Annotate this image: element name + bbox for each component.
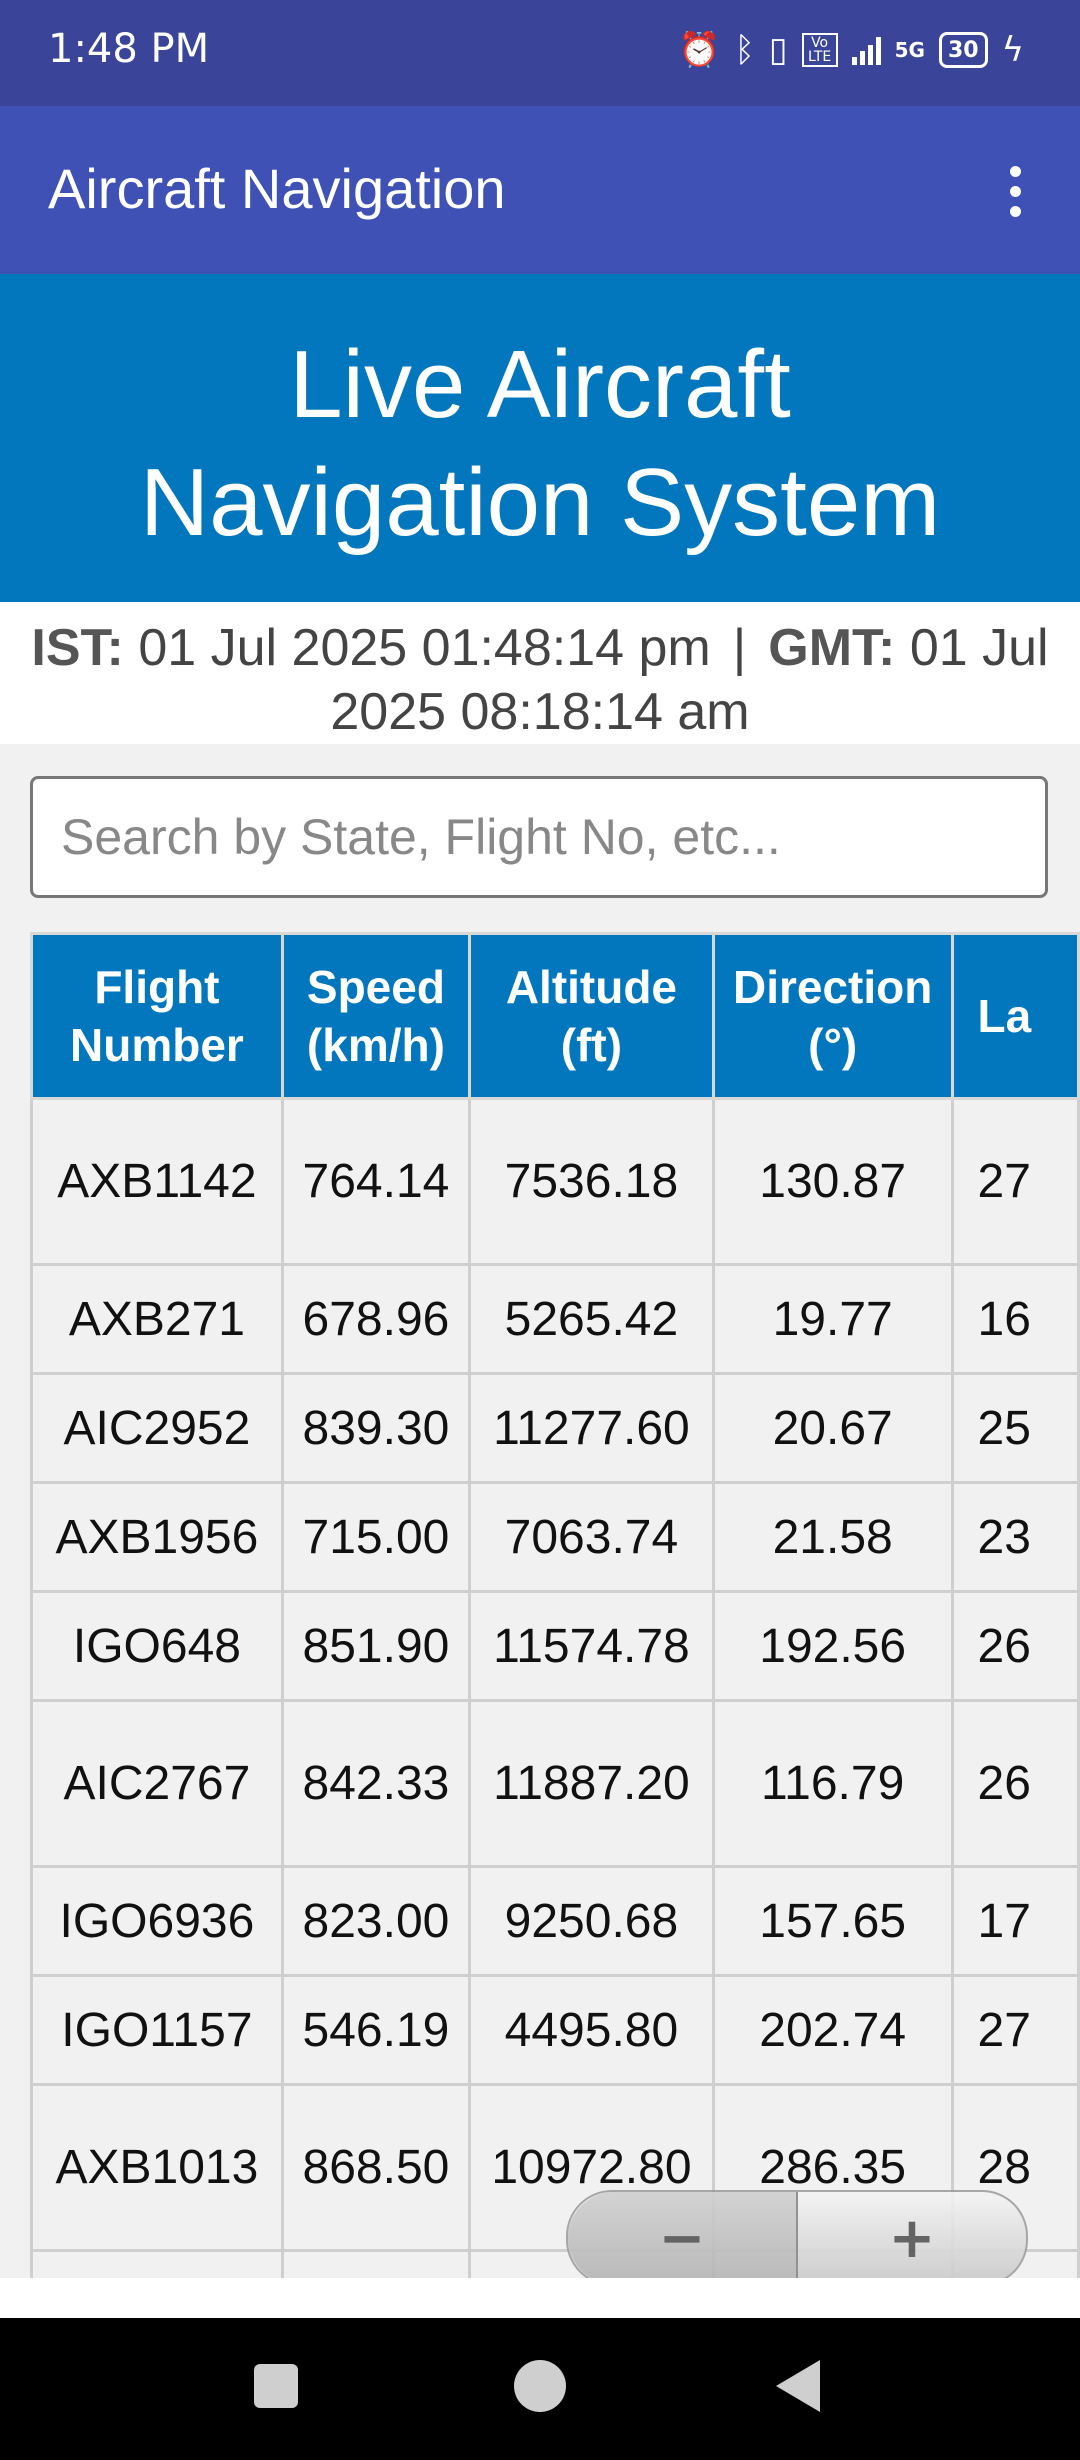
cell-direction: 20.67 — [711, 1372, 954, 1484]
header-altitude: Altitude (ft) — [468, 932, 715, 1100]
cell-speed: 842.33 — [280, 1699, 472, 1868]
cell-latitude: 16 — [950, 1263, 1080, 1375]
cell-speed: 678.96 — [280, 1263, 472, 1375]
table-row: IGO1157 546.19 4495.80 202.74 27 — [30, 1974, 1080, 2086]
signal-icon — [851, 35, 881, 65]
cell-flight-number: AXB1956 — [30, 1481, 284, 1593]
cell-latitude: 23 — [950, 1481, 1080, 1593]
cell-speed: 546.19 — [280, 1974, 472, 2086]
ist-label: IST: — [31, 619, 124, 677]
table-row: AIC2952 839.30 11277.60 20.67 25 — [30, 1372, 1080, 1484]
table-row: IGO6936 823.00 9250.68 157.65 17 — [30, 1865, 1080, 1977]
flights-table: Flight Number Speed (km/h) Altitude (ft)… — [30, 932, 1080, 2278]
system-nav-bar — [0, 2318, 1080, 2460]
gmt-label: GMT: — [768, 619, 896, 677]
cell-altitude: 7536.18 — [468, 1097, 715, 1266]
header-latitude: La — [950, 932, 1080, 1100]
zoom-out-icon: − — [658, 2205, 706, 2271]
search-box — [30, 776, 1048, 898]
status-time: 1:48 PM — [48, 26, 210, 72]
bluetooth-icon: ᛒ — [734, 30, 755, 70]
cell-altitude: 9250.68 — [468, 1865, 715, 1977]
cell-latitude: 27 — [950, 1974, 1080, 2086]
cell-flight-number: AIC2767 — [30, 1699, 284, 1868]
cell-speed: 839.30 — [280, 1372, 472, 1484]
cell-direction: 19.77 — [711, 1263, 954, 1375]
time-info: IST: 01 Jul 2025 01:48:14 pm | GMT: 01 Jul… — [0, 602, 1080, 744]
table-row: IGO648 851.90 11574.78 192.56 26 — [30, 1590, 1080, 1702]
table-row: AIC2767 842.33 11887.20 116.79 26 — [30, 1699, 1080, 1868]
status-bar: 1:48 PM ⏰ ᛒ ▯ Vo LTE 5G 30 ϟ — [0, 0, 1080, 106]
cell-altitude: 11277.60 — [468, 1372, 715, 1484]
battery-icon: 30 — [938, 32, 988, 68]
cell-speed: 868.50 — [280, 2083, 472, 2252]
cell-flight-number: IGO6936 — [30, 1865, 284, 1977]
cell-direction: 116.79 — [711, 1699, 954, 1868]
zoom-control: − + — [566, 2190, 1028, 2286]
cell-altitude: 5265.42 — [468, 1263, 715, 1375]
search-input[interactable] — [33, 779, 1045, 895]
network-type-icon: 5G — [894, 38, 925, 62]
recents-button[interactable] — [254, 2364, 298, 2408]
cell-altitude: 11887.20 — [468, 1699, 715, 1868]
cell-flight-number: AXB1142 — [30, 1097, 284, 1266]
cell-flight-number: AXB271 — [30, 1263, 284, 1375]
charging-icon: ϟ — [1001, 30, 1024, 70]
cell-flight-number: IGO1157 — [30, 1974, 284, 2086]
header-speed: Speed (km/h) — [280, 932, 472, 1100]
header-direction: Direction (°) — [711, 932, 954, 1100]
cell-latitude: 17 — [950, 1865, 1080, 1977]
time-separator: | — [732, 619, 747, 677]
table-header-row: Flight Number Speed (km/h) Altitude (ft)… — [30, 932, 1080, 1100]
cell-altitude: 7063.74 — [468, 1481, 715, 1593]
page-title: Live Aircraft Navigation System — [0, 326, 1080, 562]
cell-flight-number: AIC2952 — [30, 1372, 284, 1484]
cell-latitude: 27 — [950, 1097, 1080, 1266]
cell-direction: 157.65 — [711, 1865, 954, 1977]
home-button[interactable] — [514, 2360, 566, 2412]
status-icons: ⏰ ᛒ ▯ Vo LTE 5G 30 ϟ — [678, 30, 1024, 70]
cell-direction: 130.87 — [711, 1097, 954, 1266]
battery-level: 30 — [947, 37, 979, 63]
back-button[interactable] — [776, 2360, 820, 2412]
overflow-menu-icon[interactable] — [980, 156, 1050, 226]
cell-altitude: 4495.80 — [468, 1974, 715, 2086]
app-title: Aircraft Navigation — [48, 157, 506, 220]
table-row: AXB1956 715.00 7063.74 21.58 23 — [30, 1481, 1080, 1593]
cell-speed: 851.90 — [280, 1590, 472, 1702]
cell-altitude: 11574.78 — [468, 1590, 715, 1702]
cell-latitude: 25 — [950, 1372, 1080, 1484]
table-row: AXB1142 764.14 7536.18 130.87 27 — [30, 1097, 1080, 1266]
cell-latitude: 26 — [950, 1590, 1080, 1702]
cell-speed: 715.00 — [280, 1481, 472, 1593]
header-flight-number: Flight Number — [30, 932, 284, 1100]
zoom-out-button[interactable]: − — [568, 2192, 798, 2284]
main-content: Flight Number Speed (km/h) Altitude (ft)… — [0, 744, 1080, 2278]
vibrate-icon: ▯ — [768, 30, 788, 70]
page-header: Live Aircraft Navigation System — [0, 274, 1080, 602]
page-title-line2: Navigation System — [139, 449, 941, 556]
zoom-in-icon: + — [888, 2205, 936, 2271]
cell-latitude: 26 — [950, 1699, 1080, 1868]
alarm-icon: ⏰ — [678, 30, 721, 70]
ist-value: 01 Jul 2025 01:48:14 pm — [138, 619, 711, 677]
cell-flight-number: IGO648 — [30, 1590, 284, 1702]
app-bar: Aircraft Navigation — [0, 106, 1080, 274]
cell-direction: 192.56 — [711, 1590, 954, 1702]
cell-direction: 21.58 — [711, 1481, 954, 1593]
cell-speed: 823.00 — [280, 1865, 472, 1977]
volte-icon: Vo LTE — [801, 33, 838, 67]
zoom-in-button[interactable]: + — [798, 2192, 1026, 2284]
bottom-spacer — [0, 2278, 1080, 2318]
page-title-line1: Live Aircraft — [289, 331, 791, 438]
table-row: AXB271 678.96 5265.42 19.77 16 — [30, 1263, 1080, 1375]
cell-speed: 764.14 — [280, 1097, 472, 1266]
cell-flight-number: AXB1013 — [30, 2083, 284, 2252]
cell-direction: 202.74 — [711, 1974, 954, 2086]
